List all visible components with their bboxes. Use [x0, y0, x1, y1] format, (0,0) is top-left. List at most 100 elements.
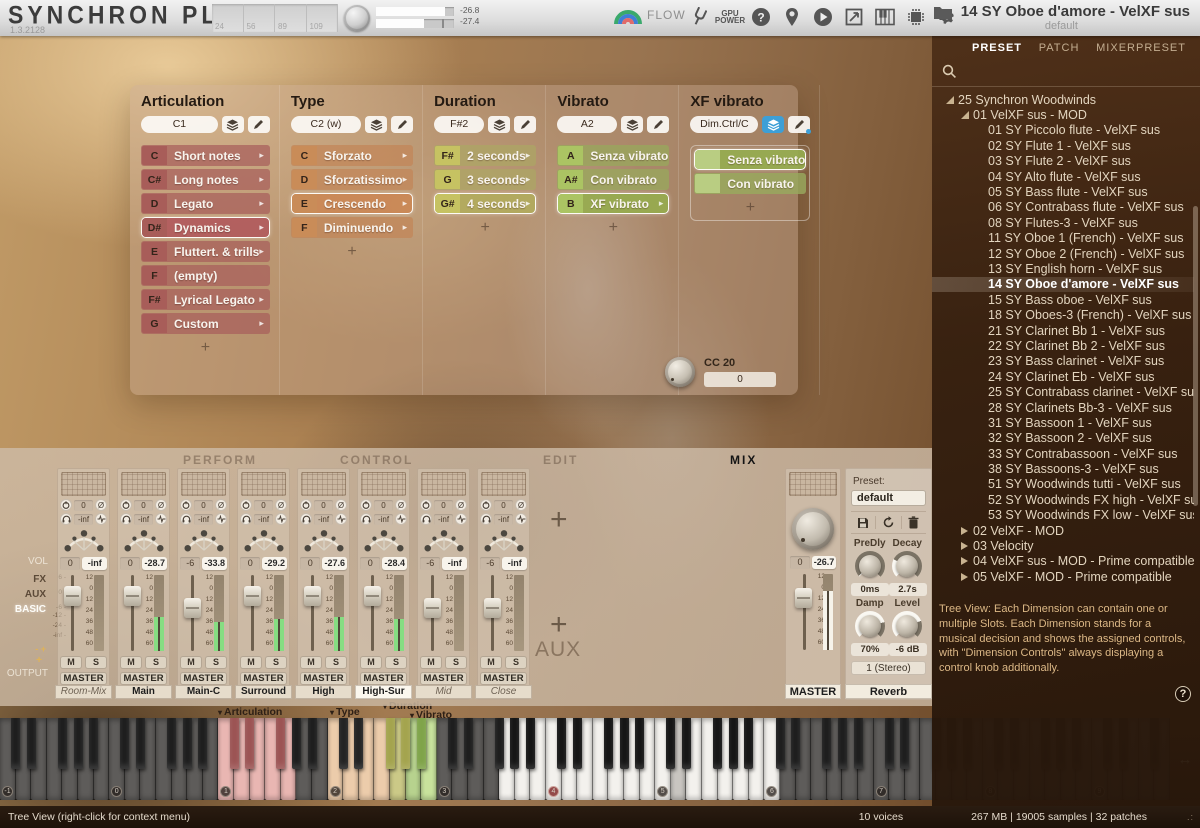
gain-readout[interactable]: 0 — [134, 500, 153, 511]
listen-icon[interactable] — [420, 513, 432, 525]
wave-icon[interactable] — [155, 513, 167, 525]
cc20-value[interactable]: 0 — [704, 372, 776, 387]
keyswitch-selector[interactable]: Dim.Ctrl/C — [690, 116, 758, 133]
black-key-midi-15[interactable] — [136, 718, 145, 769]
gpu-power-icon[interactable]: GPUPOWER — [719, 5, 741, 29]
edit-pencil-icon[interactable] — [248, 116, 270, 133]
volume-value[interactable]: -6 — [480, 557, 500, 570]
gain-readout[interactable]: 0 — [314, 500, 333, 511]
tree-item[interactable]: 15 SY Bass oboe - VelXF sus — [932, 292, 1194, 307]
slot-con-vibrato[interactable]: Con vibrato — [694, 173, 806, 194]
tree-item[interactable]: 51 SY Woodwinds tutti - VelXF sus — [932, 477, 1194, 492]
reverb-preset-field[interactable]: default — [851, 490, 926, 506]
help-icon[interactable]: ? — [750, 5, 772, 29]
tree-item[interactable]: 02 VelXF - MOD — [932, 523, 1194, 538]
slot-4-seconds[interactable]: G# 4 seconds ▸ — [434, 193, 536, 214]
surround-panner[interactable] — [480, 527, 527, 557]
black-key-midi-80[interactable] — [729, 718, 738, 769]
volume-value[interactable]: 0 — [60, 557, 80, 570]
send-readout[interactable]: -inf — [374, 514, 393, 525]
channel-name[interactable]: High — [295, 685, 352, 699]
rail-fx-label[interactable]: FX — [33, 574, 46, 585]
slot-fluttert-trills[interactable]: E Fluttert. & trills ▸ — [141, 241, 270, 262]
tree-item[interactable]: 14 SY Oboe d'amore - VelXF sus — [932, 277, 1194, 292]
black-key-midi-34[interactable] — [308, 718, 317, 769]
phase-icon[interactable]: Ø — [275, 499, 287, 511]
fader-handle[interactable] — [424, 598, 441, 618]
master-knob[interactable] — [792, 508, 834, 550]
master-fader-handle[interactable] — [795, 588, 812, 608]
tab-mix[interactable]: MIX — [730, 453, 757, 467]
gain-readout[interactable]: 0 — [434, 500, 453, 511]
surround-panner[interactable] — [120, 527, 167, 557]
black-key-midi-66[interactable] — [604, 718, 613, 769]
knob-value[interactable]: 70% — [851, 643, 889, 656]
black-key-midi-27[interactable] — [245, 718, 254, 769]
tree-item[interactable]: 33 SY Contrabassoon - VelXF sus — [932, 446, 1194, 461]
phase-icon[interactable]: Ø — [335, 499, 347, 511]
master-name[interactable]: MASTER — [785, 684, 841, 699]
rail-basic-label[interactable]: BASIC — [15, 604, 46, 615]
add-slot-button[interactable]: + — [291, 243, 413, 261]
listen-icon[interactable] — [120, 513, 132, 525]
master-volume-knob[interactable] — [344, 5, 370, 31]
tree-item[interactable]: 25 SY Contrabass clarinet - VelXF sus — [932, 384, 1194, 399]
phase-icon[interactable]: Ø — [455, 499, 467, 511]
tree-item[interactable]: 05 VelXF - MOD - Prime compatible — [932, 569, 1194, 584]
phase-icon[interactable]: Ø — [515, 499, 527, 511]
solo-button[interactable]: S — [445, 656, 467, 669]
reverb-channel-config[interactable]: 1 (Stereo) — [851, 661, 926, 675]
add-slot-button[interactable]: + — [434, 219, 536, 237]
wave-icon[interactable] — [455, 513, 467, 525]
black-key-midi-63[interactable] — [573, 718, 582, 769]
slot-lyrical-legato[interactable]: F# Lyrical Legato ▸ — [141, 289, 270, 310]
wave-icon[interactable] — [335, 513, 347, 525]
tree-item[interactable]: 21 SY Clarinet Bb 1 - VelXF sus — [932, 323, 1194, 338]
slot-long-notes[interactable]: C# Long notes ▸ — [141, 169, 270, 190]
slot-senza-vibrato[interactable]: A Senza vibrato — [557, 145, 669, 166]
solo-button[interactable]: S — [145, 656, 167, 669]
black-key-midi-42[interactable] — [386, 718, 395, 769]
master-fader-track[interactable] — [803, 574, 806, 650]
black-key-midi-87[interactable] — [791, 718, 800, 769]
tuning-fork-icon[interactable] — [688, 5, 710, 29]
slot-dynamics[interactable]: D# Dynamics ▸ — [141, 217, 270, 238]
black-key-midi-68[interactable] — [620, 718, 629, 769]
gain-readout[interactable]: 0 — [74, 500, 93, 511]
tree-item[interactable]: 32 SY Bassoon 2 - VelXF sus — [932, 431, 1194, 446]
black-key-midi-10[interactable] — [89, 718, 98, 769]
black-key-midi-51[interactable] — [464, 718, 473, 769]
rail-aux-label[interactable]: AUX — [25, 589, 46, 600]
black-key-midi-56[interactable] — [510, 718, 519, 769]
send-readout[interactable]: -inf — [134, 514, 153, 525]
tree-item[interactable]: 31 SY Bassoon 1 - VelXF sus — [932, 415, 1194, 430]
tree-item[interactable]: 18 SY Oboes-3 (French) - VelXF sus — [932, 307, 1194, 322]
black-key-midi-32[interactable] — [292, 718, 301, 769]
channel-name[interactable]: Mid — [415, 685, 472, 699]
sidebar-scrollbar[interactable] — [1193, 206, 1198, 506]
fader-handle[interactable] — [364, 586, 381, 606]
black-key-midi-75[interactable] — [682, 718, 691, 769]
tree-item[interactable]: 28 SY Clarinets Bb-3 - VelXF sus — [932, 400, 1194, 415]
master-gain-value[interactable]: 0 — [790, 556, 810, 569]
surround-panner[interactable] — [60, 527, 107, 557]
slot-xf-vibrato[interactable]: B XF vibrato ▸ — [557, 193, 669, 214]
tree-collapsed-icon[interactable] — [961, 542, 968, 550]
tree-item[interactable]: 22 SY Clarinet Bb 2 - VelXF sus — [932, 338, 1194, 353]
knob-value[interactable]: -6 dB — [889, 643, 927, 656]
slot-sforzatissimo[interactable]: D Sforzatissimo ▸ — [291, 169, 413, 190]
surround-panner[interactable] — [180, 527, 227, 557]
volume-value[interactable]: -6 — [180, 557, 200, 570]
mute-button[interactable]: M — [240, 656, 262, 669]
knob-ring[interactable] — [892, 611, 922, 641]
slot-diminuendo[interactable]: F Diminuendo ▸ — [291, 217, 413, 238]
black-key-midi-13[interactable] — [120, 718, 129, 769]
add-aux-button[interactable]: + — [550, 608, 568, 642]
tree-item[interactable]: 03 SY Flute 2 - VelXF sus — [932, 154, 1194, 169]
mute-button[interactable]: M — [60, 656, 82, 669]
tree-item[interactable]: 12 SY Oboe 2 (French) - VelXF sus — [932, 246, 1194, 261]
knob-value[interactable]: 2.7s — [889, 583, 927, 596]
keyboard-icon[interactable] — [874, 5, 896, 29]
output-routing-button[interactable]: MASTER — [180, 672, 227, 685]
tree-item[interactable]: 24 SY Clarinet Eb - VelXF sus — [932, 369, 1194, 384]
